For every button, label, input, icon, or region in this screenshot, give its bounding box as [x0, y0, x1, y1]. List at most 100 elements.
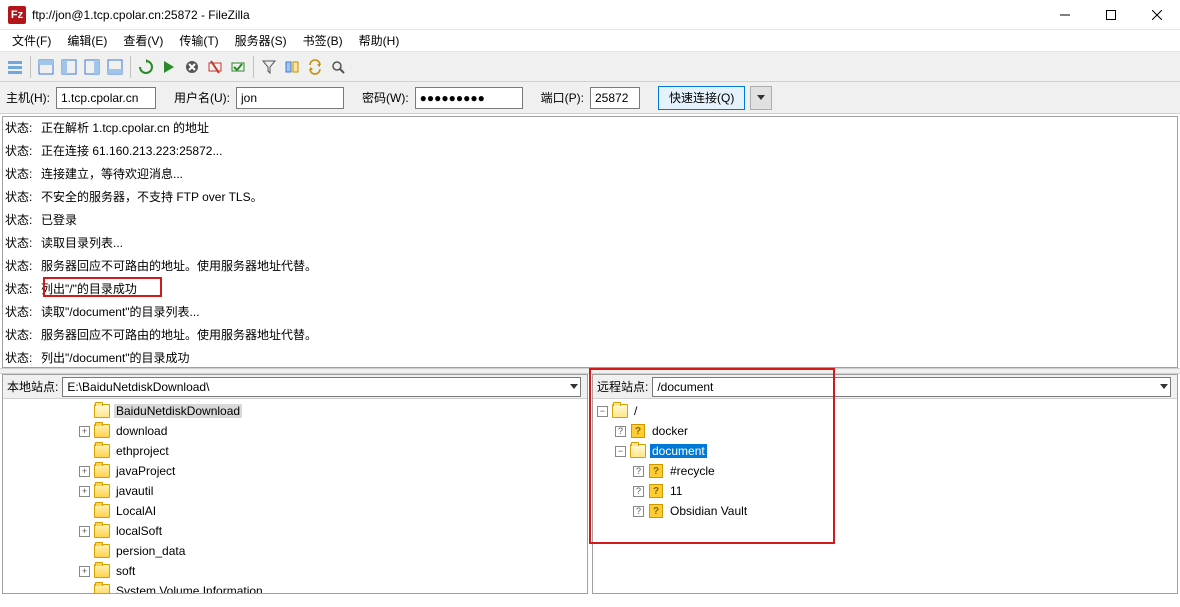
- folder-icon: [94, 444, 110, 458]
- port-input[interactable]: [590, 87, 640, 109]
- remote-site-panel: 远程站点: −/??docker−document??#recycle??11?…: [592, 374, 1178, 594]
- log-status-label: 状态:: [5, 327, 41, 344]
- disconnect-icon[interactable]: [204, 55, 226, 79]
- tree-item[interactable]: +javautil: [3, 481, 587, 501]
- tree-item[interactable]: + javaProject: [3, 461, 587, 481]
- tree-item[interactable]: + soft: [3, 561, 587, 581]
- log-line: 状态:读取目录列表...: [3, 232, 1177, 255]
- expand-icon[interactable]: +: [79, 526, 90, 537]
- expand-icon[interactable]: +: [79, 466, 90, 477]
- tree-item[interactable]: +download: [3, 421, 587, 441]
- tree-item-label: 11: [668, 484, 684, 498]
- username-input[interactable]: [236, 87, 344, 109]
- menu-bookmarks[interactable]: 书签(B): [295, 30, 351, 51]
- local-tree[interactable]: BaiduNetdiskDownload +download ethproject +…: [3, 399, 587, 593]
- process-queue-icon[interactable]: [158, 55, 180, 79]
- unknown-expand-icon[interactable]: ?: [633, 486, 644, 497]
- remote-path-input[interactable]: [652, 377, 1171, 397]
- log-line: 状态:读取"/document"的目录列表...: [3, 301, 1177, 324]
- unknown-expand-icon[interactable]: ?: [633, 506, 644, 517]
- tree-item[interactable]: + localSoft: [3, 521, 587, 541]
- menubar: 文件(F) 编辑(E) 查看(V) 传输(T) 服务器(S) 书签(B) 帮助(…: [0, 30, 1180, 52]
- search-icon[interactable]: [327, 55, 349, 79]
- password-input[interactable]: [415, 87, 523, 109]
- folder-open-icon: [612, 404, 628, 418]
- local-site-panel: 本地站点: BaiduNetdiskDownload+downloadethpr…: [2, 374, 588, 594]
- folder-icon: [94, 524, 110, 538]
- tree-item-label: localSoft: [114, 524, 164, 538]
- folder-icon: [94, 504, 110, 518]
- cancel-icon[interactable]: [181, 55, 203, 79]
- menu-transfer[interactable]: 传输(T): [171, 30, 226, 51]
- tree-item[interactable]: ?? 11: [593, 481, 1177, 501]
- expand-icon[interactable]: +: [79, 426, 90, 437]
- sync-browse-icon[interactable]: [304, 55, 326, 79]
- toggle-remote-tree-icon[interactable]: [81, 55, 103, 79]
- expand-icon[interactable]: +: [79, 486, 90, 497]
- reconnect-icon[interactable]: [227, 55, 249, 79]
- folder-icon: [94, 424, 110, 438]
- tree-item-label: BaiduNetdiskDownload: [114, 404, 242, 418]
- remote-tree[interactable]: −/?? docker −document??#recycle?? 11?? Obsid…: [593, 399, 1177, 593]
- tree-item[interactable]: System Volume Information: [3, 581, 587, 593]
- tree-item[interactable]: ??Obsidian Vault: [593, 501, 1177, 521]
- tree-item-label: Obsidian Vault: [668, 504, 749, 518]
- log-message: 服务器回应不可路由的地址。使用服务器地址代替。: [41, 258, 1175, 275]
- username-label: 用户名(U):: [174, 89, 230, 106]
- host-label: 主机(H):: [6, 89, 50, 106]
- tree-item[interactable]: LocalAI: [3, 501, 587, 521]
- log-status-label: 状态:: [5, 120, 41, 137]
- tree-item[interactable]: persion_data: [3, 541, 587, 561]
- folder-icon: [94, 564, 110, 578]
- tree-item-label: soft: [114, 564, 137, 578]
- tree-item-label: javaProject: [114, 464, 177, 478]
- log-line: 状态:已登录: [3, 209, 1177, 232]
- collapse-icon[interactable]: −: [615, 446, 626, 457]
- expand-icon[interactable]: +: [79, 566, 90, 577]
- log-message: 正在解析 1.tcp.cpolar.cn 的地址: [41, 120, 1175, 137]
- tree-item-label: docker: [650, 424, 690, 438]
- tree-item[interactable]: ??#recycle: [593, 461, 1177, 481]
- message-log[interactable]: 状态:正在解析 1.tcp.cpolar.cn 的地址状态:正在连接 61.16…: [2, 116, 1178, 368]
- local-path-input[interactable]: [62, 377, 581, 397]
- quickconnect-button[interactable]: 快速连接(Q): [658, 86, 745, 110]
- close-button[interactable]: [1134, 0, 1180, 30]
- toggle-log-icon[interactable]: [35, 55, 57, 79]
- collapse-icon[interactable]: −: [597, 406, 608, 417]
- tree-item[interactable]: ??docker: [593, 421, 1177, 441]
- minimize-button[interactable]: [1042, 0, 1088, 30]
- menu-help[interactable]: 帮助(H): [351, 30, 408, 51]
- site-manager-icon[interactable]: [4, 55, 26, 79]
- quickconnect-dropdown[interactable]: [750, 86, 772, 110]
- folder-icon: [94, 544, 110, 558]
- refresh-icon[interactable]: [135, 55, 157, 79]
- folder-icon: [94, 464, 110, 478]
- tree-item[interactable]: ethproject: [3, 441, 587, 461]
- toggle-local-tree-icon[interactable]: [58, 55, 80, 79]
- maximize-button[interactable]: [1088, 0, 1134, 30]
- compare-icon[interactable]: [281, 55, 303, 79]
- filter-icon[interactable]: [258, 55, 280, 79]
- unknown-expand-icon[interactable]: ?: [615, 426, 626, 437]
- host-input[interactable]: [56, 87, 156, 109]
- sites-row: 本地站点: BaiduNetdiskDownload+downloadethpr…: [0, 374, 1180, 594]
- unknown-folder-icon: ?: [648, 484, 664, 498]
- tree-item-label: ethproject: [114, 444, 171, 458]
- tree-item[interactable]: −/: [593, 401, 1177, 421]
- log-status-label: 状态:: [5, 166, 41, 183]
- tree-item-label: persion_data: [114, 544, 187, 558]
- toggle-queue-icon[interactable]: [104, 55, 126, 79]
- menu-edit[interactable]: 编辑(E): [59, 30, 115, 51]
- folder-open-icon: [630, 444, 646, 458]
- titlebar: Fz ftp://jon@1.tcp.cpolar.cn:25872 - Fil…: [0, 0, 1180, 30]
- menu-server[interactable]: 服务器(S): [227, 30, 295, 51]
- menu-file[interactable]: 文件(F): [4, 30, 59, 51]
- log-message: 列出"/document"的目录成功: [41, 350, 1175, 367]
- unknown-expand-icon[interactable]: ?: [633, 466, 644, 477]
- unknown-folder-icon: ?: [648, 464, 664, 478]
- tree-item[interactable]: BaiduNetdiskDownload: [3, 401, 587, 421]
- tree-item[interactable]: −document: [593, 441, 1177, 461]
- folder-icon: [94, 484, 110, 498]
- menu-view[interactable]: 查看(V): [115, 30, 171, 51]
- log-line: 状态:正在连接 61.160.213.223:25872...: [3, 140, 1177, 163]
